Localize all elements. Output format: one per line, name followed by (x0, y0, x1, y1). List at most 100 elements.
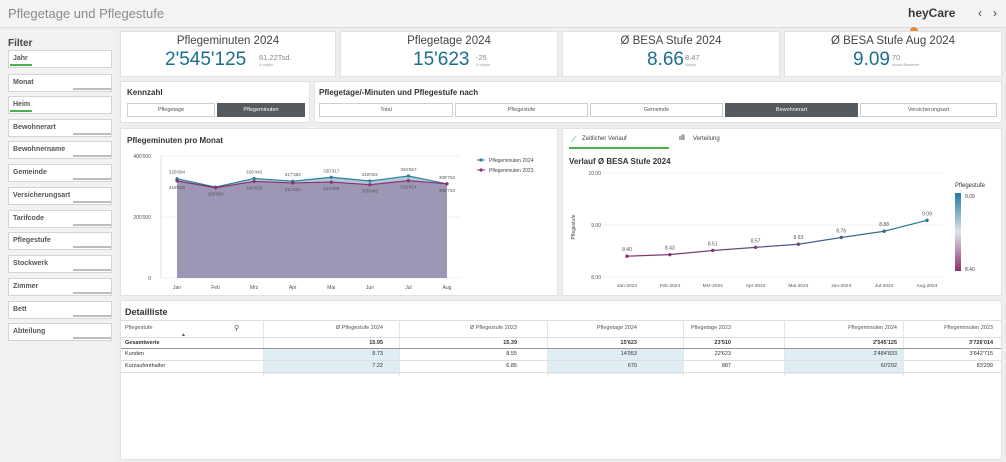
column-header[interactable]: Ø Pflegestufe 2023 (383, 325, 517, 331)
table-cell: 887 (721, 363, 731, 369)
x-tick-label: Feb-2024 (660, 283, 681, 289)
table-row-label[interactable]: Kurzaufenthalter (125, 362, 165, 370)
data-label: 314'489 (323, 186, 340, 191)
data-label: 316'629 (246, 185, 263, 190)
filter-label: Pflegestufe (13, 237, 51, 244)
x-tick-label: Apr (289, 285, 297, 291)
data-label: 334'567 (400, 167, 417, 172)
column-header[interactable]: Pflegeminuten 2023 (863, 325, 993, 331)
column-header[interactable]: Ø Pflegestufe 2024 (249, 325, 383, 331)
total-cell: 15.95 (369, 340, 383, 346)
column-header[interactable]: Pflegetage 2023 (601, 325, 731, 331)
filter-jahr[interactable]: Jahr (8, 50, 112, 68)
y-tick-label: 8.00 (591, 275, 601, 281)
x-tick-label: Feb (211, 285, 220, 291)
selection-indicator (10, 64, 32, 66)
data-label: 317'362 (285, 172, 302, 177)
column-header-pflegestufe: Pflegestufe (125, 325, 153, 331)
filter-bett[interactable]: Bett (8, 301, 112, 319)
detail-table-panel: Detailliste Pflegestufe ▲ ⚲ Ø Pflegestufe 2… (120, 300, 1002, 460)
filter-label: Stockwerk (13, 260, 49, 267)
groupby-total-button[interactable]: Total (319, 103, 453, 117)
data-label: 326'442 (246, 169, 263, 174)
data-point (329, 175, 333, 179)
table-cell: 8.55 (506, 351, 517, 357)
filter-label: Bewohnername (13, 146, 66, 153)
data-point (625, 254, 629, 258)
filter-bewohnerart[interactable]: Bewohnerart (8, 119, 112, 137)
tab-verteilung[interactable]: Verteilung (693, 136, 720, 142)
legend-label: Pflegeminuten 2024 (489, 158, 534, 164)
x-tick-label: Jul-2024 (875, 283, 894, 289)
filter-zimmer[interactable]: Zimmer (8, 278, 112, 296)
filter-monat[interactable]: Monat (8, 74, 112, 92)
filter-heim[interactable]: Heim (8, 96, 112, 114)
x-tick-label: Jun-2024 (831, 283, 851, 289)
data-label: 295'966 (207, 192, 224, 197)
x-tick-label: Aug (443, 285, 452, 291)
filter-bewohnername[interactable]: Bewohnername (8, 141, 112, 159)
data-label: 318'500 (169, 185, 186, 190)
kennzahl-pflegetage-button[interactable]: Pflegetage (127, 103, 215, 117)
next-sheet-icon[interactable]: › (993, 6, 997, 20)
legend-label: Pflegeminuten 2023 (489, 168, 534, 174)
table-cell: 3'642'715 (969, 351, 993, 357)
data-point (252, 176, 256, 181)
data-point (925, 218, 929, 223)
data-point (329, 180, 333, 184)
tab-zeitlicher-verlauf[interactable]: Zeitlicher Verlauf (582, 136, 627, 142)
data-label: 311'622 (285, 187, 301, 192)
colorscale-title: Pflegestufe (955, 183, 986, 189)
state-bar (73, 246, 111, 248)
kennzahl-pflegeminuten-button[interactable]: Pflegeminuten (217, 103, 305, 117)
data-label: 8.57 (751, 238, 761, 244)
filter-label: Monat (13, 79, 34, 86)
data-label: 305'942 (362, 189, 379, 194)
x-tick-label: Mrz-2024 (703, 283, 724, 289)
filter-versicherungsart[interactable]: Versicherungsart (8, 187, 112, 205)
filter-abteilung[interactable]: Abteilung (8, 323, 112, 341)
data-label: 8.88 (879, 222, 889, 228)
active-tab-indicator (569, 147, 669, 149)
data-point (711, 248, 715, 253)
total-cell: 23'510 (714, 340, 731, 346)
data-label: 8.43 (665, 246, 675, 252)
previous-sheet-icon[interactable]: ‹ (978, 6, 982, 20)
filter-stockwerk[interactable]: Stockwerk (8, 255, 112, 273)
kpi-besa-stufe: Ø BESA Stufe 2024 8.66 8.47 Vorjahr (562, 31, 780, 77)
groupby-pflegestufe-button[interactable]: Pflegestufe (455, 103, 588, 117)
state-bar (73, 269, 111, 271)
search-icon[interactable]: ⚲ (234, 324, 239, 332)
data-label: 325'684 (169, 170, 186, 175)
data-point (753, 245, 758, 250)
state-bar (73, 292, 111, 294)
groupby-versicherungsart-button[interactable]: Versicherungsart (860, 103, 997, 117)
data-label: 8.76 (836, 228, 846, 234)
x-tick-label: Jan (173, 285, 181, 291)
data-point (882, 229, 886, 233)
filter-label: Abteilung (13, 328, 46, 335)
data-label: 318'002 (362, 172, 379, 177)
selection-indicator (10, 110, 32, 112)
x-tick-label: Jun (366, 285, 374, 291)
data-point (175, 179, 179, 183)
table-row-label[interactable]: Kunden (125, 350, 144, 358)
data-label: 8.51 (708, 241, 718, 247)
filter-pflegestufe[interactable]: Pflegestufe (8, 232, 112, 250)
filter-label: Bewohnerart (13, 124, 56, 131)
filter-label: Heim (13, 101, 31, 108)
x-tick-label: Mrz (250, 285, 259, 291)
colorscale-bar (955, 193, 961, 271)
filter-tarifcode[interactable]: Tarifcode (8, 210, 112, 228)
groupby-gemeinde-button[interactable]: Gemeinde (590, 103, 723, 117)
kennzahl-panel: Kennzahl Pflegetage Pflegeminuten (120, 81, 310, 123)
filter-gemeinde[interactable]: Gemeinde (8, 164, 112, 182)
data-label: 308'752 (439, 175, 456, 180)
kpi-pflegeminuten: Pflegeminuten 2024 2'545'125 61.22Tsd. Δ… (120, 31, 336, 77)
y-tick-label: 9.00 (591, 223, 601, 229)
x-tick-label: Apr-2024 (746, 283, 766, 289)
groupby-bewohnerart-button[interactable]: Bewohnerart (725, 103, 858, 117)
groupby-panel: Pflegetage/-Minuten und Pflegestufe nach… (314, 81, 1002, 123)
data-point (213, 186, 218, 190)
data-point (291, 181, 295, 185)
